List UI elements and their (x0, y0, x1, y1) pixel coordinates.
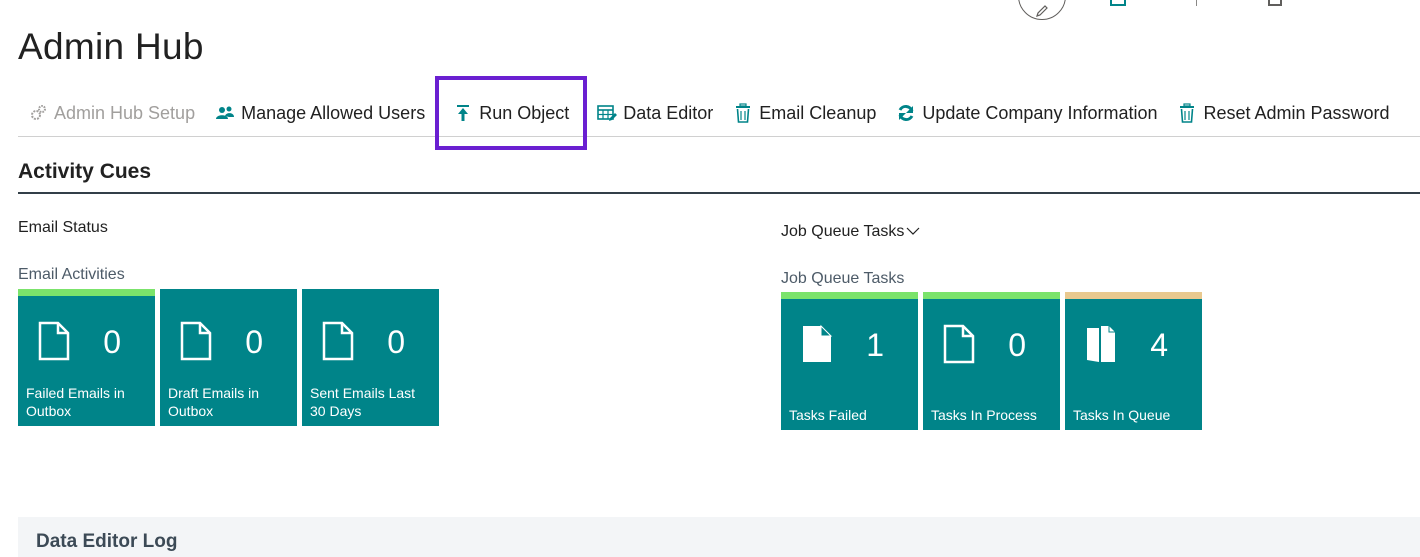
delete-icon[interactable] (1268, 0, 1282, 6)
tile-body: 1 Tasks Failed (781, 299, 918, 430)
trash-icon (1177, 103, 1197, 123)
page-title: Admin Hub (18, 26, 204, 67)
tile-status-stripe (1065, 292, 1202, 299)
toolbar-separator (1196, 0, 1197, 6)
users-icon (215, 103, 235, 123)
tile-value: 0 (103, 324, 121, 360)
tile-label: Tasks In Queue (1073, 407, 1171, 423)
run-object-button[interactable]: Run Object (435, 76, 588, 150)
tile-label: Draft Emails in Outbox (168, 385, 260, 419)
tile-status-stripe (18, 289, 155, 296)
tile-body: 0 Tasks In Process (923, 299, 1060, 430)
document-outline-icon (180, 321, 212, 361)
cue-tile-sent-emails[interactable]: 0 Sent Emails Last 30 Days (302, 289, 439, 426)
document-outline-icon (38, 321, 70, 361)
cue-tile-failed-emails[interactable]: 0 Failed Emails in Outbox (18, 289, 155, 426)
tile-label: Sent Emails Last 30 Days (310, 385, 416, 419)
trash-icon (733, 103, 753, 123)
run-object-label: Run Object (479, 102, 570, 123)
tile-value: 1 (866, 327, 884, 363)
tile-body: 0 Failed Emails in Outbox (18, 296, 155, 426)
tile-status-stripe (923, 292, 1060, 299)
manage-allowed-users-label: Manage Allowed Users (241, 102, 426, 123)
section-title: Activity Cues (18, 160, 152, 183)
action-bar: Admin Hub Setup Manage Allowed Users Run… (18, 76, 1420, 150)
data-editor-log-title[interactable]: Data Editor Log (36, 531, 177, 553)
document-outline-icon (943, 324, 975, 364)
job-queue-tasks-heading-label: Job Queue Tasks (781, 223, 905, 240)
document-outline-icon (322, 321, 354, 361)
tile-label: Tasks Failed (789, 407, 867, 423)
chevron-down-icon (906, 223, 920, 241)
tile-value: 4 (1150, 327, 1168, 363)
run-upload-icon (453, 103, 473, 123)
job-queue-tasks-subheading: Job Queue Tasks (781, 270, 905, 287)
page-top-toolbar (1000, 0, 1420, 20)
job-queue-tasks-heading[interactable]: Job Queue Tasks (781, 223, 920, 241)
document-filled-icon (803, 324, 833, 362)
admin-hub-setup-button[interactable]: Admin Hub Setup (18, 91, 205, 135)
table-edit-icon (597, 103, 618, 123)
tile-status-stripe (160, 289, 297, 296)
reset-admin-password-label: Reset Admin Password (1203, 102, 1390, 123)
update-company-information-label: Update Company Information (922, 102, 1158, 123)
reset-admin-password-button[interactable]: Reset Admin Password (1167, 91, 1399, 135)
job-queue-tiles: 1 Tasks Failed 0 Tasks In Process 4 Task… (781, 292, 1202, 430)
tile-label: Failed Emails in Outbox (26, 385, 125, 419)
email-cleanup-label: Email Cleanup (759, 102, 877, 123)
cue-tile-tasks-in-process[interactable]: 0 Tasks In Process (923, 292, 1060, 430)
admin-hub-setup-label: Admin Hub Setup (54, 102, 196, 123)
tile-value: 0 (1008, 327, 1026, 363)
cue-tile-draft-emails[interactable]: 0 Draft Emails in Outbox (160, 289, 297, 426)
edit-pencil-icon[interactable] (1018, 0, 1066, 20)
email-activities-subheading: Email Activities (18, 266, 125, 283)
gears-icon (28, 103, 48, 123)
tile-body: 0 Sent Emails Last 30 Days (302, 296, 439, 426)
cue-tile-tasks-in-queue[interactable]: 4 Tasks In Queue (1065, 292, 1202, 430)
cue-tile-tasks-failed[interactable]: 1 Tasks Failed (781, 292, 918, 430)
tile-label: Tasks In Process (931, 407, 1037, 423)
manage-allowed-users-button[interactable]: Manage Allowed Users (205, 91, 435, 135)
tile-value: 0 (245, 324, 263, 360)
refresh-icon (896, 103, 916, 123)
update-company-information-button[interactable]: Update Company Information (886, 91, 1167, 135)
email-status-heading: Email Status (18, 219, 108, 236)
documents-stack-icon (1087, 326, 1115, 362)
tile-value: 0 (387, 324, 405, 360)
bookmark-icon[interactable] (1110, 0, 1126, 6)
tile-status-stripe (302, 289, 439, 296)
data-editor-log-panel: Data Editor Log (18, 517, 1420, 557)
tile-status-stripe (781, 292, 918, 299)
email-cleanup-button[interactable]: Email Cleanup (723, 91, 886, 135)
data-editor-button[interactable]: Data Editor (587, 91, 723, 135)
tile-body: 0 Draft Emails in Outbox (160, 296, 297, 426)
email-tiles: 0 Failed Emails in Outbox 0 Draft Emails… (18, 289, 439, 426)
section-divider (18, 192, 1420, 194)
tile-body: 4 Tasks In Queue (1065, 299, 1202, 430)
data-editor-label: Data Editor (623, 102, 714, 123)
